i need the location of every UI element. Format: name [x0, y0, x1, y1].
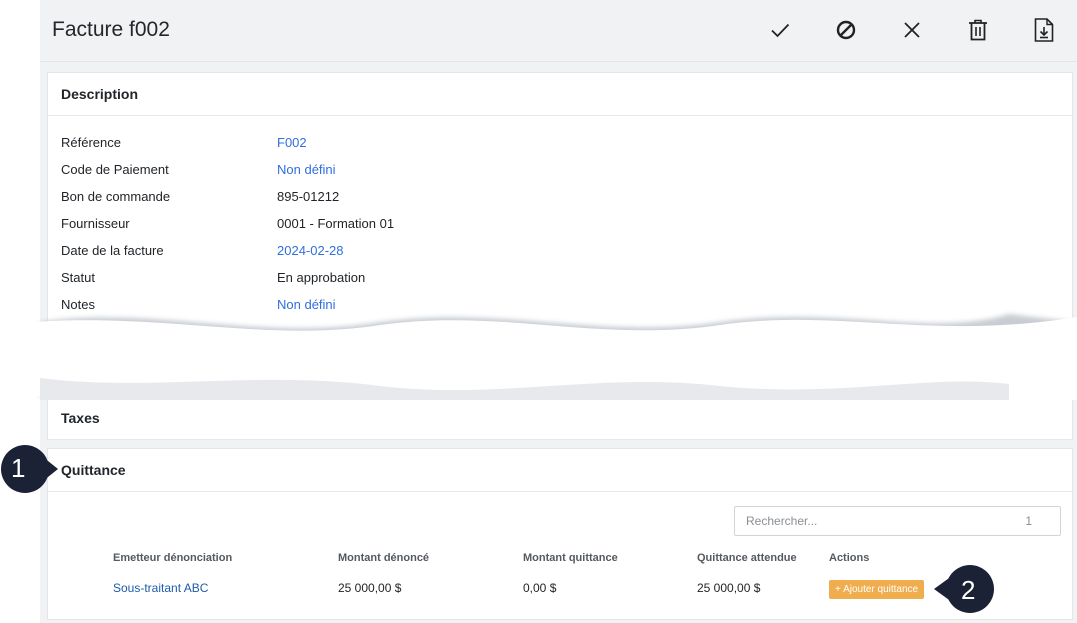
- title-bar: Facture f002: [40, 0, 1077, 62]
- add-quittance-button[interactable]: + Ajouter quittance: [829, 580, 925, 599]
- file-download-icon: [1034, 18, 1054, 42]
- callout-number-1: 1: [11, 453, 26, 483]
- description-header[interactable]: Description: [48, 73, 1072, 116]
- purchase-order-value: 895-01212: [277, 189, 340, 204]
- search-count: 1: [1025, 514, 1032, 528]
- cancel-button[interactable]: [879, 10, 945, 50]
- montant-quittance-cell: 0,00 $: [523, 581, 557, 595]
- quittance-attendue-cell: 25 000,00 $: [697, 581, 761, 595]
- reject-button[interactable]: [813, 10, 879, 50]
- reference-value[interactable]: F002: [277, 135, 307, 150]
- field-label: Fournisseur: [61, 216, 130, 231]
- quittance-header[interactable]: Quittance: [48, 449, 1072, 492]
- column-header-montant-quittance[interactable]: Montant quittance: [523, 552, 618, 564]
- field-label: Bon de commande: [61, 189, 171, 204]
- page-title: Facture f002: [52, 18, 170, 41]
- close-icon: [904, 22, 920, 38]
- callout-marker-1: [1, 445, 58, 493]
- field-label: Code de Paiement: [61, 162, 169, 177]
- trash-icon: [969, 19, 987, 41]
- status-value: En approbation: [277, 270, 366, 285]
- montant-denonce-cell: 25 000,00 $: [338, 581, 402, 595]
- search-input[interactable]: [735, 507, 1005, 535]
- emetteur-link[interactable]: Sous-traitant ABC: [113, 581, 208, 595]
- field-label: Référence: [61, 135, 121, 150]
- delete-button[interactable]: [945, 10, 1011, 50]
- supplier-value: 0001 - Formation 01: [277, 216, 395, 231]
- export-button[interactable]: [1011, 10, 1077, 50]
- approve-button[interactable]: [747, 10, 813, 50]
- description-card: Description Référence F002 Code de Paiem…: [47, 72, 1073, 332]
- search-box: 1: [734, 506, 1061, 536]
- column-header-actions: Actions: [829, 552, 870, 564]
- toolbar: [747, 10, 1077, 50]
- callout-number-2: 2: [961, 575, 976, 605]
- torn-edge-divider: [0, 314, 1077, 400]
- taxes-card: Taxes: [47, 396, 1073, 440]
- column-header-emetteur[interactable]: Emetteur dénonciation: [113, 552, 232, 564]
- check-icon: [771, 23, 790, 38]
- invoice-date-value[interactable]: 2024-02-28: [277, 243, 344, 258]
- column-header-quittance-attendue[interactable]: Quittance attendue: [697, 552, 797, 564]
- quittance-card: Quittance 1 Emetteur dénonciation Montan…: [47, 448, 1073, 620]
- field-label: Date de la facture: [61, 243, 164, 258]
- taxes-header[interactable]: Taxes: [48, 397, 1072, 440]
- field-label: Statut: [61, 270, 95, 285]
- payment-code-value[interactable]: Non défini: [277, 162, 336, 177]
- column-header-montant-denonce[interactable]: Montant dénoncé: [338, 552, 429, 564]
- block-icon: [836, 20, 856, 40]
